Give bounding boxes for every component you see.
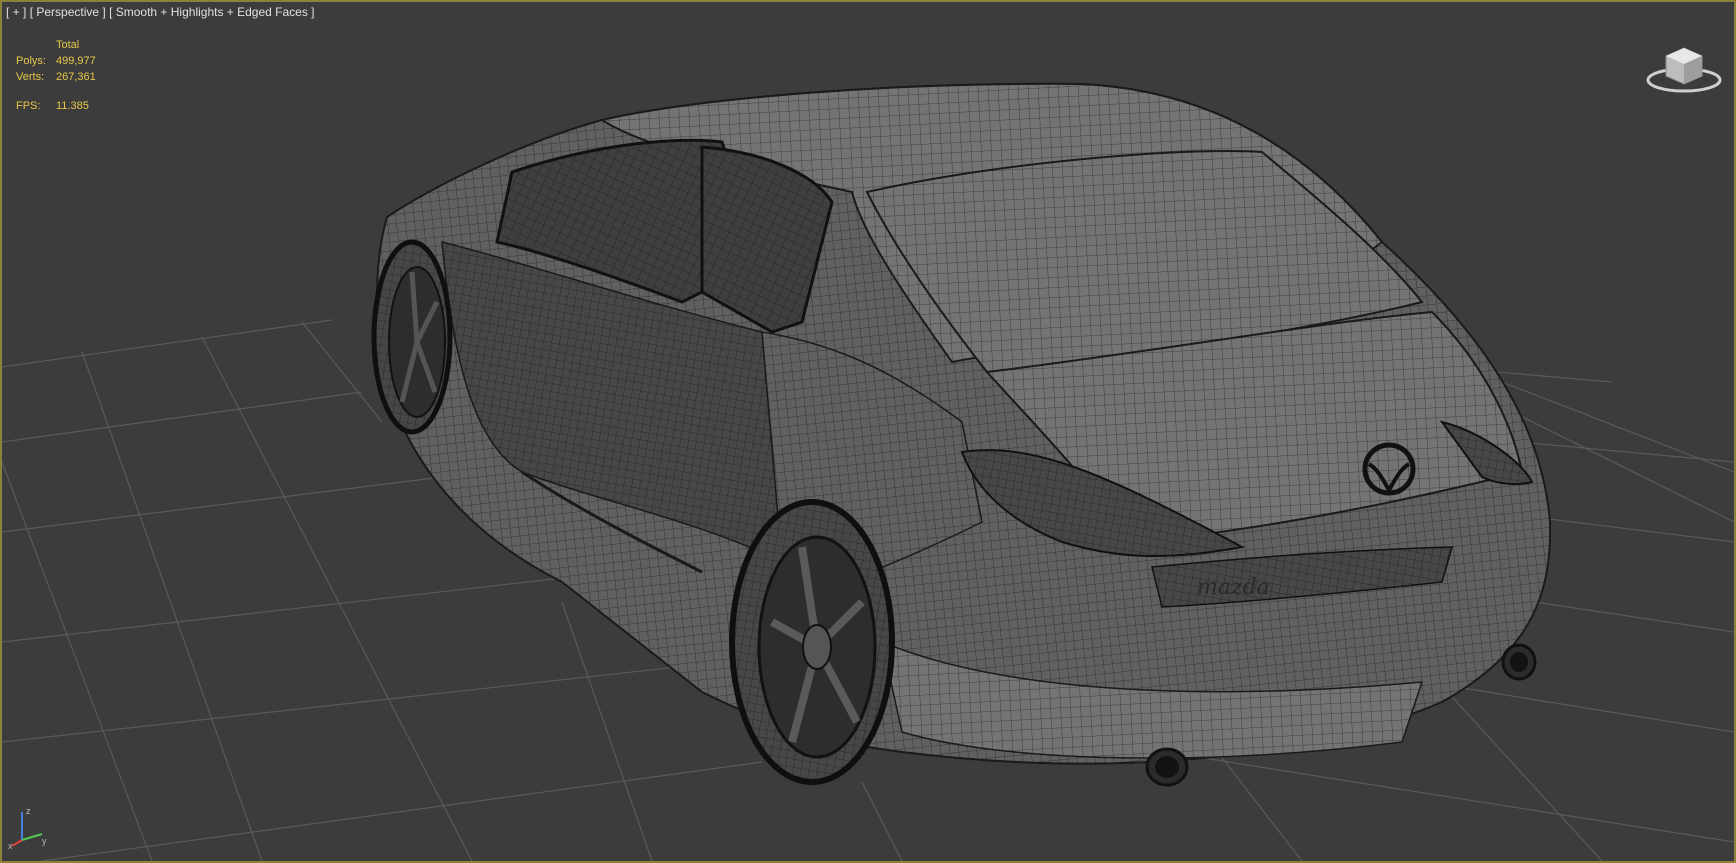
polys-value: 499,977 bbox=[56, 55, 96, 67]
verts-value: 267,361 bbox=[56, 71, 96, 83]
stats-header: Total bbox=[56, 39, 80, 51]
car-model: mazda bbox=[376, 82, 1552, 787]
axis-tripod-icon: z y x bbox=[8, 806, 47, 850]
rear-wheel bbox=[729, 499, 895, 785]
front-wheel bbox=[371, 239, 453, 435]
viewport-plus-menu[interactable]: [ + ] bbox=[6, 5, 26, 19]
statistics-overlay: Total Polys: 499,977 Verts: 267,361 FPS:… bbox=[16, 37, 96, 114]
viewport-view-menu[interactable]: [ Perspective ] bbox=[30, 5, 106, 19]
viewcube-icon[interactable] bbox=[1644, 36, 1724, 96]
fps-label: FPS: bbox=[16, 100, 41, 112]
axis-x-label: x bbox=[8, 841, 13, 850]
axis-y-label: y bbox=[42, 836, 47, 846]
car-badge-text: mazda bbox=[1197, 575, 1270, 600]
viewport-label-menu: [ + ] [ Perspective ] [ Smooth + Highlig… bbox=[6, 5, 315, 19]
fps-value: 11.385 bbox=[56, 100, 89, 112]
verts-label: Verts: bbox=[16, 71, 45, 83]
scene-render: mazda bbox=[2, 82, 1734, 861]
axis-z-label: z bbox=[26, 806, 31, 816]
viewport-shading-menu[interactable]: [ Smooth + Highlights + Edged Faces ] bbox=[109, 5, 314, 19]
perspective-viewport[interactable]: [ + ] [ Perspective ] [ Smooth + Highlig… bbox=[0, 0, 1736, 863]
polys-label: Polys: bbox=[16, 55, 46, 67]
